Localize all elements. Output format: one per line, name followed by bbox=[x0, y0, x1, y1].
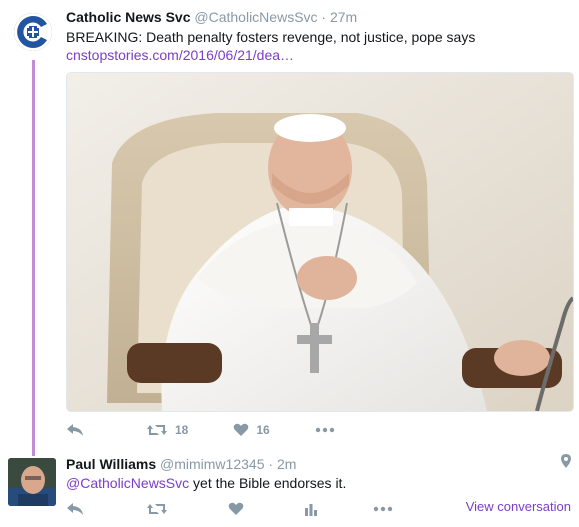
separator-dot: · bbox=[268, 456, 274, 472]
mention-link[interactable]: @CatholicNewsSvc bbox=[66, 475, 189, 491]
retweet-button[interactable]: 18 bbox=[146, 423, 188, 437]
heart-icon bbox=[234, 423, 249, 436]
reply-body: yet the Bible endorses it. bbox=[189, 475, 347, 491]
reply-icon bbox=[67, 424, 83, 436]
analytics-button[interactable] bbox=[304, 502, 318, 516]
location-pin-icon bbox=[561, 454, 571, 468]
tweet-catholic-news[interactable]: Catholic News Svc @CatholicNewsSvc · 27m… bbox=[0, 0, 579, 452]
more-icon bbox=[373, 506, 393, 512]
retweet-icon bbox=[147, 504, 167, 514]
more-button[interactable] bbox=[315, 427, 335, 433]
more-icon bbox=[315, 427, 334, 433]
location-button[interactable] bbox=[561, 454, 571, 473]
tweet-text: BREAKING: Death penalty fosters revenge,… bbox=[66, 28, 475, 64]
like-button[interactable]: 16 bbox=[233, 423, 270, 437]
tweet-header: Catholic News Svc @CatholicNewsSvc · 27m bbox=[66, 9, 357, 25]
tweet-timestamp[interactable]: 27m bbox=[330, 9, 357, 25]
reply-tweet-header: Paul Williams @mimimw12345 · 2m bbox=[66, 456, 296, 472]
analytics-icon bbox=[305, 504, 317, 516]
retweet-icon bbox=[147, 425, 167, 435]
more-button[interactable] bbox=[373, 506, 393, 512]
paul-williams-avatar[interactable] bbox=[8, 458, 56, 506]
heart-icon bbox=[228, 502, 244, 515]
reply-button[interactable] bbox=[66, 423, 84, 437]
like-count: 16 bbox=[256, 423, 270, 437]
catholic-news-avatar[interactable] bbox=[14, 13, 52, 51]
retweet-button[interactable] bbox=[146, 502, 168, 516]
reply-icon bbox=[67, 503, 83, 515]
tweet-link[interactable]: cnstopstories.com/2016/06/21/dea… bbox=[66, 46, 475, 64]
reply-tweet-actions bbox=[66, 502, 433, 516]
tweet-body: BREAKING: Death penalty fosters revenge,… bbox=[66, 29, 476, 45]
reply-button[interactable] bbox=[66, 502, 84, 516]
retweet-count: 18 bbox=[175, 423, 189, 437]
author-name[interactable]: Catholic News Svc bbox=[66, 9, 191, 25]
reply-tweet-text: @CatholicNewsSvc yet the Bible endorses … bbox=[66, 474, 346, 492]
tweet-actions: 18 16 bbox=[66, 423, 375, 437]
author-handle[interactable]: @CatholicNewsSvc bbox=[194, 9, 317, 25]
author-name[interactable]: Paul Williams bbox=[66, 456, 156, 472]
photo-pope-seated bbox=[67, 73, 573, 411]
like-button[interactable] bbox=[228, 502, 244, 516]
author-handle[interactable]: @mimimw12345 bbox=[160, 456, 264, 472]
tweet-photo[interactable] bbox=[66, 72, 574, 412]
view-conversation-link[interactable]: View conversation bbox=[466, 499, 571, 514]
tweet-timestamp[interactable]: 2m bbox=[277, 456, 296, 472]
separator-dot: · bbox=[321, 9, 327, 25]
